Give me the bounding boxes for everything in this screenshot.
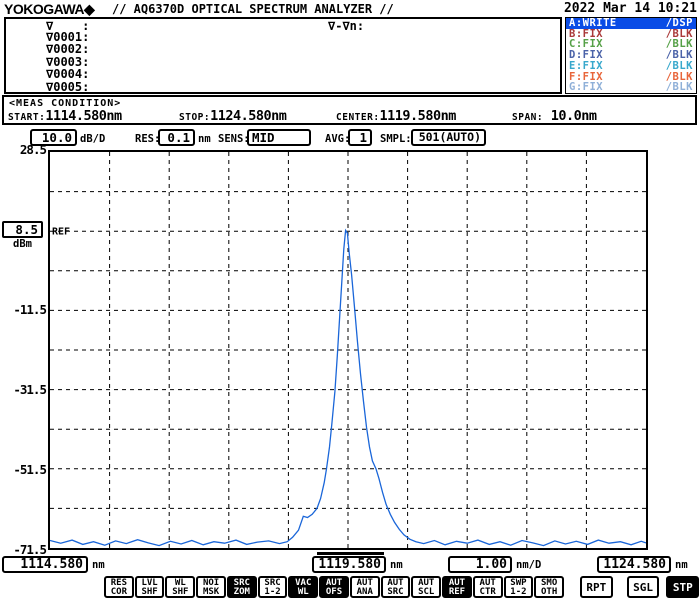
- softkey-swp-1-2[interactable]: SWP1-2: [504, 576, 534, 598]
- meas-value: 10.0nm: [543, 108, 596, 124]
- avg-field[interactable]: 1: [348, 129, 372, 146]
- meas-value: 1114.580nm: [45, 108, 121, 124]
- smpl-label: SMPL:: [380, 133, 412, 145]
- trace-display-state: /BLK: [666, 82, 693, 93]
- softkey-aut-ofs[interactable]: AUTOFS: [319, 576, 349, 598]
- trace-status-panel: A:WRITE/DSPB:FIX/BLKC:FIX/BLKD:FIX/BLKE:…: [565, 17, 697, 94]
- res-label: RES:: [135, 133, 160, 145]
- res-unit: nm: [198, 133, 211, 145]
- marker-list-panel: ∇ : ∇-∇n: ∇0001: ∇0002: ∇0003: ∇0004: ∇0…: [4, 17, 562, 94]
- datetime: 2022 Mar 14 10:21: [564, 1, 697, 16]
- avg-label: AVG:: [325, 133, 350, 145]
- start-wl-unit: nm: [92, 559, 105, 571]
- start-wl-field[interactable]: 1114.580: [2, 556, 88, 573]
- instrument-title: // AQ6370D OPTICAL SPECTRUM ANALYZER //: [112, 2, 394, 16]
- meas-condition-values: START:1114.580nmSTOP:1124.580nmCENTER:11…: [4, 107, 695, 125]
- marker-delta-header: ∇-∇n:: [328, 19, 364, 33]
- softkey-aut-ctr[interactable]: AUTCTR: [473, 576, 503, 598]
- stop-wl-unit: nm: [675, 559, 688, 571]
- softkey-bar: RESCORLVLSHFWLSHFNOIMSKSRCZOMSRC1-2VACWL…: [104, 576, 700, 598]
- trace-mode-label: G:FIX: [569, 82, 603, 93]
- meas-item-start: START:1114.580nm: [8, 105, 122, 124]
- center-wl-field[interactable]: 1119.580: [312, 556, 386, 573]
- sweep-settings-row: 10.0 dB/D RES: 0.1 nm SENS: MID AVG: 1 S…: [0, 129, 700, 148]
- ref-level-field[interactable]: 8.5: [2, 221, 43, 238]
- y-axis-tick-label: -31.5: [0, 382, 46, 397]
- meas-label: SPAN:: [512, 112, 543, 123]
- meas-value: 1119.580nm: [380, 108, 456, 124]
- brand-diamond-icon: ◆: [84, 1, 94, 17]
- softkey-smo-oth[interactable]: SMOOTH: [534, 576, 564, 598]
- softkey-noi-msk[interactable]: NOIMSK: [196, 576, 226, 598]
- softkey-rpt[interactable]: RPT: [580, 576, 613, 598]
- meas-item-stop: STOP:1124.580nm: [179, 105, 286, 124]
- y-axis-tick-label: -51.5: [0, 462, 46, 477]
- softkey-res-cor[interactable]: RESCOR: [104, 576, 134, 598]
- header-bar: YOKOGAWA◆ // AQ6370D OPTICAL SPECTRUM AN…: [0, 0, 700, 17]
- softkey-aut-scl[interactable]: AUTSCL: [411, 576, 441, 598]
- trace-display-state: /BLK: [666, 61, 693, 72]
- brand-text: YOKOGAWA: [4, 1, 84, 17]
- softkey-vac-wl[interactable]: VACWL: [288, 576, 318, 598]
- res-field[interactable]: 0.1: [158, 129, 195, 146]
- y-axis-tick-label: 28.5: [0, 142, 46, 157]
- softkey-aut-ana[interactable]: AUTANA: [350, 576, 380, 598]
- marker-rows: ∇0001: ∇0002: ∇0003: ∇0004: ∇0005:: [46, 31, 89, 93]
- osa-screen: { "header": { "brand": "YOKOGAWA", "bran…: [0, 0, 700, 600]
- chart-canvas: REF: [50, 152, 646, 548]
- yokogawa-logo: YOKOGAWA◆: [4, 1, 94, 18]
- smpl-field[interactable]: 501(AUTO): [411, 129, 486, 146]
- trace-mode-label: E:FIX: [569, 61, 603, 72]
- softkey-stp[interactable]: STP: [666, 576, 699, 598]
- softkey-aut-src[interactable]: AUTSRC: [381, 576, 411, 598]
- trace-status-e[interactable]: E:FIX/BLK: [566, 61, 696, 72]
- meas-label: CENTER:: [336, 112, 380, 123]
- sens-field[interactable]: MID: [247, 129, 311, 146]
- softkey-sgl[interactable]: SGL: [627, 576, 660, 598]
- scale-per-div-unit: nm/D: [516, 559, 541, 571]
- y-axis-tick-label: -11.5: [0, 302, 46, 317]
- level-scale-unit: dB/D: [80, 133, 105, 145]
- meas-label: START:: [8, 112, 45, 123]
- center-wl-unit: nm: [390, 559, 403, 571]
- meas-label: STOP:: [179, 112, 210, 123]
- stop-wl-field[interactable]: 1124.580: [597, 556, 671, 573]
- spectrum-chart[interactable]: REF: [48, 150, 648, 550]
- meas-item-center: CENTER:1119.580nm: [336, 105, 456, 124]
- meas-item-span: SPAN: 10.0nm: [512, 105, 597, 124]
- ref-line-label: REF: [52, 227, 70, 238]
- softkey-src-zom[interactable]: SRCZOM: [227, 576, 257, 598]
- softkey-src-1-2[interactable]: SRC1-2: [258, 576, 288, 598]
- trace-status-g[interactable]: G:FIX/BLK: [566, 82, 696, 93]
- meas-condition-panel: <MEAS CONDITION> START:1114.580nmSTOP:11…: [2, 95, 697, 125]
- sens-label: SENS:: [218, 133, 250, 145]
- meas-value: 1124.580nm: [210, 108, 286, 124]
- softkey-wl-shf[interactable]: WLSHF: [165, 576, 195, 598]
- y-axis-unit: dBm: [13, 238, 32, 250]
- softkey-lvl-shf[interactable]: LVLSHF: [135, 576, 165, 598]
- scale-per-div-field[interactable]: 1.00: [448, 556, 512, 573]
- x-axis-row: 1114.580 nm 1119.580 nm 1.00 nm/D 1124.5…: [0, 555, 700, 575]
- softkey-aut-ref[interactable]: AUTREF: [442, 576, 472, 598]
